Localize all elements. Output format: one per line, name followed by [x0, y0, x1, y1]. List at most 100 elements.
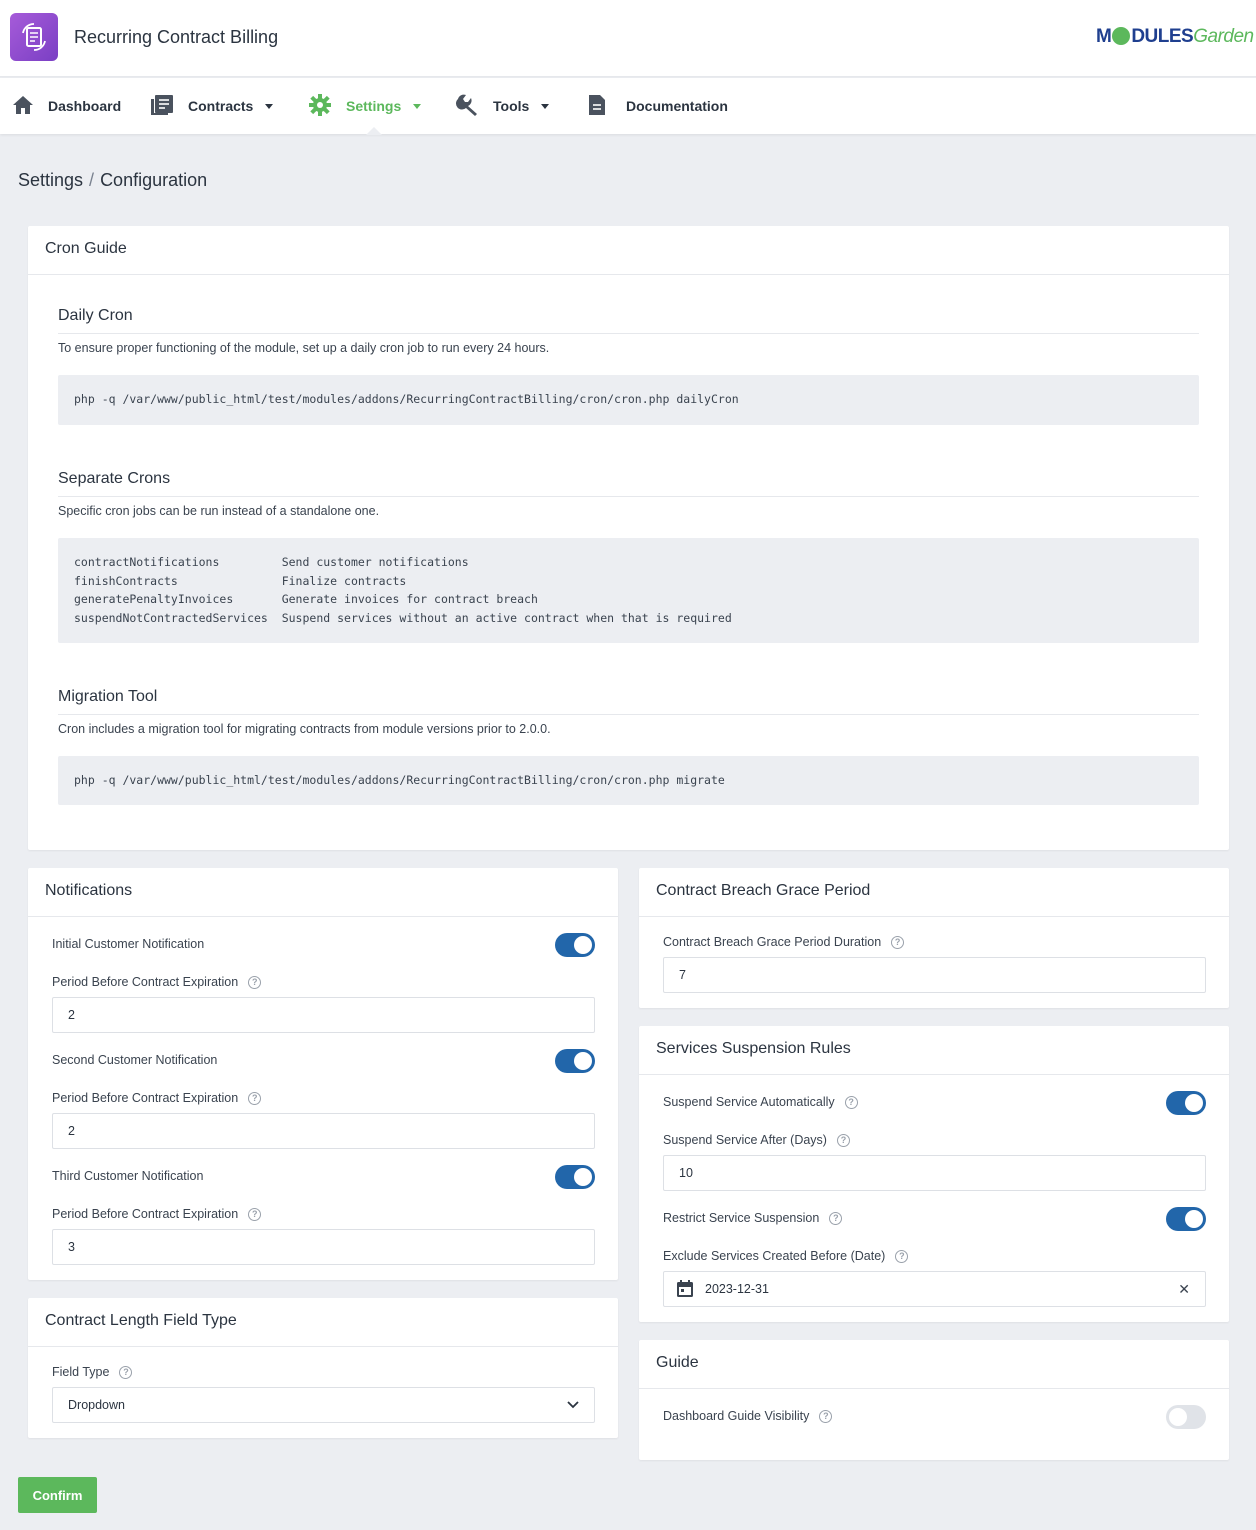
suspend-auto-label: Suspend Service Automatically?	[663, 1095, 858, 1109]
field-type-label-text: Field Type	[52, 1365, 110, 1379]
main-nav: Dashboard Contracts Settings Tools Docum…	[0, 78, 1256, 134]
clear-icon[interactable]: ✕	[1178, 1281, 1190, 1298]
guide-title: Guide	[639, 1340, 1229, 1389]
help-icon[interactable]: ?	[119, 1365, 133, 1379]
help-icon[interactable]: ?	[891, 935, 905, 949]
contracts-icon	[150, 94, 174, 119]
nav-settings[interactable]: Settings	[308, 78, 422, 134]
help-icon[interactable]: ?	[829, 1211, 843, 1225]
help-icon[interactable]: ?	[248, 975, 262, 989]
nav-dashboard[interactable]: Dashboard	[12, 78, 121, 134]
grace-duration-value: 7	[679, 968, 686, 982]
period1-value: 2	[68, 1008, 75, 1022]
cron-line: suspendNotContractedServices Suspend ser…	[74, 610, 732, 625]
migration-tool-heading: Migration Tool	[58, 688, 1199, 715]
field-type-select[interactable]: Dropdown	[52, 1387, 595, 1423]
period3-label: Period Before Contract Expiration?	[52, 1207, 262, 1221]
restrict-suspension-label-text: Restrict Service Suspension	[663, 1211, 820, 1225]
logo-text-mid: DULES	[1131, 26, 1194, 47]
suspend-after-input[interactable]: 10	[663, 1155, 1206, 1191]
initial-notification-label: Initial Customer Notification	[52, 937, 204, 951]
initial-notification-label-text: Initial Customer Notification	[52, 937, 205, 951]
second-notification-toggle[interactable]	[555, 1049, 595, 1073]
grace-duration-label-text: Contract Breach Grace Period Duration	[663, 935, 882, 949]
nav-contracts-label: Contracts	[188, 98, 254, 114]
logo-text-left: M	[1096, 26, 1112, 47]
grace-period-title: Contract Breach Grace Period	[639, 868, 1229, 917]
app-logo-icon	[10, 13, 58, 61]
calendar-icon[interactable]	[675, 1279, 695, 1299]
app-title: Recurring Contract Billing	[74, 27, 279, 47]
period3-input[interactable]: 3	[52, 1229, 595, 1265]
exclude-before-date-input[interactable]: 2023-12-31 ✕	[663, 1271, 1206, 1307]
migration-command-text: php -q /var/www/public_html/test/modules…	[74, 773, 725, 787]
nav-dashboard-label: Dashboard	[48, 98, 122, 114]
help-icon[interactable]: ?	[895, 1249, 909, 1263]
suspend-after-label: Suspend Service After (Days)?	[663, 1133, 850, 1147]
document-icon	[588, 94, 606, 119]
cron-line: finishContracts Finalize contracts	[74, 573, 407, 588]
grace-duration-input[interactable]: 7	[663, 957, 1206, 993]
period3-label-text: Period Before Contract Expiration	[52, 1207, 239, 1221]
nav-settings-label: Settings	[346, 98, 402, 114]
daily-cron-command[interactable]: php -q /var/www/public_html/test/modules…	[58, 375, 1199, 425]
breadcrumb-current: Configuration	[100, 170, 208, 190]
period2-label-text: Period Before Contract Expiration	[52, 1091, 239, 1105]
restrict-suspension-label: Restrict Service Suspension?	[663, 1211, 843, 1225]
toggle-knob	[1185, 1210, 1203, 1228]
notifications-title: Notifications	[28, 868, 618, 917]
migration-command[interactable]: php -q /var/www/public_html/test/modules…	[58, 756, 1199, 805]
suspension-rules-title: Services Suspension Rules	[639, 1026, 1229, 1075]
field-type-label: Field Type?	[52, 1365, 133, 1379]
wrench-icon	[455, 93, 479, 120]
help-icon[interactable]: ?	[248, 1207, 262, 1221]
separate-crons-text: Specific cron jobs can be run instead of…	[58, 504, 380, 518]
nav-contracts[interactable]: Contracts	[150, 78, 274, 134]
suspend-auto-toggle[interactable]	[1166, 1091, 1206, 1115]
exclude-before-label: Exclude Services Created Before (Date)?	[663, 1249, 909, 1263]
third-notification-label: Third Customer Notification	[52, 1169, 203, 1183]
chevron-down-icon	[265, 103, 274, 109]
period1-input[interactable]: 2	[52, 997, 595, 1033]
restrict-suspension-toggle[interactable]	[1166, 1207, 1206, 1231]
separate-crons-code[interactable]: contractNotifications Send customer noti…	[58, 538, 1199, 643]
confirm-button[interactable]: Confirm	[18, 1477, 97, 1513]
field-type-value: Dropdown	[68, 1398, 125, 1412]
help-icon[interactable]: ?	[844, 1095, 858, 1109]
suspend-auto-label-text: Suspend Service Automatically	[663, 1095, 835, 1109]
help-icon[interactable]: ?	[819, 1409, 833, 1423]
third-notification-label-text: Third Customer Notification	[52, 1169, 204, 1183]
third-notification-toggle[interactable]	[555, 1165, 595, 1189]
help-icon[interactable]: ?	[248, 1091, 262, 1105]
initial-notification-toggle[interactable]	[555, 933, 595, 957]
period2-value: 2	[68, 1124, 75, 1138]
chevron-down-icon	[541, 103, 550, 109]
guide-visibility-toggle[interactable]	[1166, 1405, 1206, 1429]
period3-value: 3	[68, 1240, 75, 1254]
guide-card: Guide Dashboard Guide Visibility?	[639, 1340, 1229, 1460]
home-icon	[12, 95, 34, 118]
toggle-knob	[574, 1168, 592, 1186]
toggle-knob	[574, 1052, 592, 1070]
gear-icon	[308, 93, 332, 120]
modulesgarden-logo[interactable]: M DULESGarden	[1096, 26, 1254, 48]
grace-period-card: Contract Breach Grace Period Contract Br…	[639, 868, 1229, 1008]
period1-label: Period Before Contract Expiration?	[52, 975, 262, 989]
migration-tool-text: Cron includes a migration tool for migra…	[58, 722, 551, 736]
daily-cron-heading: Daily Cron	[58, 307, 1199, 334]
nav-documentation[interactable]: Documentation	[588, 78, 728, 134]
period2-input[interactable]: 2	[52, 1113, 595, 1149]
help-icon[interactable]: ?	[836, 1133, 850, 1147]
daily-cron-command-text: php -q /var/www/public_html/test/modules…	[74, 392, 739, 406]
breadcrumb-separator: /	[89, 170, 95, 190]
suspend-after-label-text: Suspend Service After (Days)	[663, 1133, 827, 1147]
toggle-knob	[574, 936, 592, 954]
chevron-down-icon	[413, 103, 422, 109]
second-notification-label-text: Second Customer Notification	[52, 1053, 218, 1067]
breadcrumb-parent[interactable]: Settings	[18, 170, 83, 190]
exclude-before-date-value: 2023-12-31	[705, 1282, 769, 1296]
nav-tools[interactable]: Tools	[455, 78, 550, 134]
guide-visibility-label-text: Dashboard Guide Visibility	[663, 1409, 810, 1423]
cron-line: generatePenaltyInvoices Generate invoice…	[74, 592, 538, 606]
exclude-before-label-text: Exclude Services Created Before (Date)	[663, 1249, 886, 1263]
